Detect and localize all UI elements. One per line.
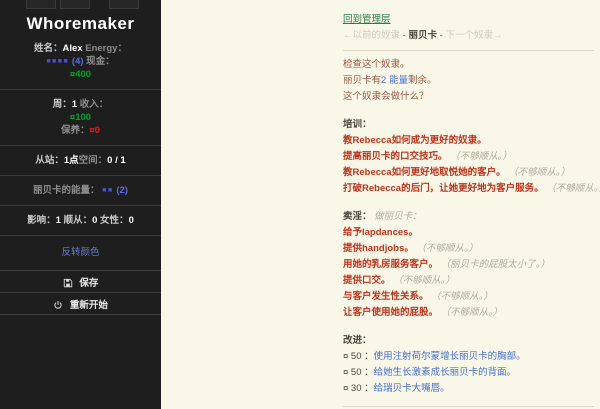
obedience-value: 0 [92, 215, 97, 226]
invert-colors-link[interactable]: 反转颜色 [0, 244, 161, 258]
training-action-link[interactable]: 教Rebecca如何更好地取悦她的客户。 [343, 167, 506, 178]
improvement-cost: ¤ 30 ： [343, 383, 374, 394]
prostitution-subheader: 做丽贝卡： [374, 211, 422, 222]
improvement-link[interactable]: 使用注射荷尔蒙增长丽贝卡的胸部。 [374, 351, 526, 362]
action-note: （不够顺从。） [431, 291, 493, 302]
restart-button-label: 重新开始 [70, 300, 108, 311]
energy-line-pre: 丽贝卡有 [343, 75, 381, 86]
energy-count: (4) [72, 56, 84, 67]
question-line: 这个奴隶会做什么？ [343, 89, 600, 105]
improvement-cost: ¤ 50 ： [343, 351, 374, 362]
training-section: 培训： 教Rebecca如何成为更好的奴隶。 提高丽贝卡的口交技巧。 （不够顺从… [343, 117, 600, 197]
slave-energy-label: 丽贝卡的能量： [33, 185, 100, 196]
sidebar-buttons: 保存 重新开始 [0, 270, 161, 315]
slave-energy: 丽贝卡的能量： ■■ (2) [8, 184, 153, 197]
influence-value: 1 [56, 215, 61, 226]
improvement-link[interactable]: 给瑞贝卡大嘴唇。 [374, 383, 450, 394]
history-forward-button[interactable] [60, 0, 90, 9]
prostitution-action-link[interactable]: 提供口交。 [343, 275, 391, 286]
history-back-button[interactable] [26, 0, 56, 9]
energy-label: Energy： [85, 43, 127, 54]
back-arrow-icon [35, 0, 47, 4]
slave-energy-meter: ■■ [102, 187, 113, 194]
obedience-label: 顺从： [64, 215, 93, 226]
energy-link[interactable]: 2 能量 [381, 75, 408, 86]
space-value: 0 / 1 [107, 155, 126, 166]
training-action-link[interactable]: 提高丽贝卡的口交技巧。 [343, 151, 448, 162]
cash-label: 现金： [86, 56, 115, 67]
divider [343, 406, 594, 407]
cash-value: ¤400 [70, 69, 91, 80]
slave-nav: ←以前的奴隶 - 丽贝卡 - 下一个奴隶→ [343, 28, 600, 44]
prostitution-section: 卖淫： 做丽贝卡： 给予lapdances。 提供handjobs。 （不够顺从… [343, 209, 600, 321]
search-button[interactable] [109, 0, 139, 9]
save-button-label: 保存 [79, 278, 98, 289]
back-to-management-link[interactable]: 回到管理层 [343, 14, 391, 25]
power-icon [53, 300, 67, 311]
action-note: （不够顺从。） [508, 167, 570, 178]
slaves-stats: 从站：1点空间：0 / 1 [8, 154, 153, 167]
attribute-stats: 影响：1 顺从：0 女性：0 [8, 214, 153, 227]
training-action-link[interactable]: 打破Rebecca的后门，让她更好地为客户服务。 [343, 183, 544, 194]
female-value: 0 [129, 215, 134, 226]
energy-remaining-line: 丽贝卡有2 能量剩余。 [343, 73, 600, 89]
forward-arrow-icon [69, 0, 81, 4]
income-label: 收入： [80, 99, 109, 110]
female-label: 女性： [100, 215, 129, 226]
inspect-slave-link[interactable]: 检查这个奴隶。 [343, 59, 410, 70]
action-note: （不够顺从。） [416, 243, 478, 254]
prev-slave-link: ←以前的奴隶 [343, 30, 400, 41]
influence-label: 影响： [27, 215, 56, 226]
improvements-header: 改进： [343, 333, 600, 349]
prostitution-action-link[interactable]: 让客户使用她的屁股。 [343, 307, 438, 318]
history-bar [0, 0, 161, 9]
action-note: （不够顺从。） [441, 307, 503, 318]
save-button[interactable]: 保存 [0, 270, 161, 292]
prostitution-action-link[interactable]: 与客户发生性关系。 [343, 291, 429, 302]
divider [343, 50, 594, 51]
slaves-label: 从站： [35, 155, 64, 166]
action-note: （不够顺从。） [393, 275, 455, 286]
divider [0, 235, 161, 236]
improvement-cost: ¤ 50 ： [343, 367, 374, 378]
action-note: （不够顺从。） [546, 183, 600, 194]
next-slave-link: 下一个奴隶→ [445, 30, 502, 41]
app-title: Whoremaker [0, 14, 161, 34]
floppy-icon [63, 278, 77, 289]
search-icon [118, 0, 130, 4]
training-header: 培训： [343, 117, 600, 133]
prostitution-header: 卖淫： [343, 211, 372, 222]
action-note: （不够顺从。） [450, 151, 512, 162]
divider [0, 205, 161, 206]
prostitution-action-link[interactable]: 用她的乳房服务客户。 [343, 259, 438, 270]
divider [0, 175, 161, 176]
improvements-section: 改进： ¤ 50 ：使用注射荷尔蒙增长丽贝卡的胸部。 ¤ 50 ：给她生长激素成… [343, 333, 600, 397]
upkeep-label: 保养： [61, 125, 90, 136]
action-note: （丽贝卡的屁股太小了。） [441, 259, 550, 270]
week-label: 周： [53, 99, 72, 110]
training-action-link[interactable]: 教Rebecca如何成为更好的奴隶。 [343, 135, 487, 146]
current-slave-name: 丽贝卡 [408, 30, 437, 41]
name-label: 姓名： [34, 43, 63, 54]
space-label: 空间： [79, 155, 108, 166]
divider [0, 145, 161, 146]
week-value: 1 [72, 99, 77, 110]
energy-line-post: 剩余。 [408, 75, 437, 86]
income-value: ¤100 [70, 112, 91, 123]
improvement-link[interactable]: 给她生长激素成长丽贝卡的背面。 [374, 367, 517, 378]
name-value: Alex [63, 43, 83, 54]
prostitution-action-link[interactable]: 提供handjobs。 [343, 243, 414, 254]
divider [0, 89, 161, 90]
story-pane: 回到管理层 ←以前的奴隶 - 丽贝卡 - 下一个奴隶→ 检查这个奴隶。 丽贝卡有… [161, 0, 600, 409]
energy-meter: ■■■■ [46, 58, 69, 65]
player-stats: 姓名：Alex Energy： ■■■■ (4) 现金： ¤400 [8, 42, 153, 81]
slaves-value: 1点 [64, 155, 79, 166]
sidebar: Whoremaker 姓名：Alex Energy： ■■■■ (4) 现金： … [0, 0, 161, 409]
weekly-stats: 周：1 收入： ¤100 保养：¤0 [8, 98, 153, 137]
upkeep-value: ¤0 [89, 125, 100, 136]
restart-button[interactable]: 重新开始 [0, 292, 161, 315]
prostitution-action-link[interactable]: 给予lapdances。 [343, 227, 418, 238]
slave-energy-count: (2) [116, 185, 128, 196]
